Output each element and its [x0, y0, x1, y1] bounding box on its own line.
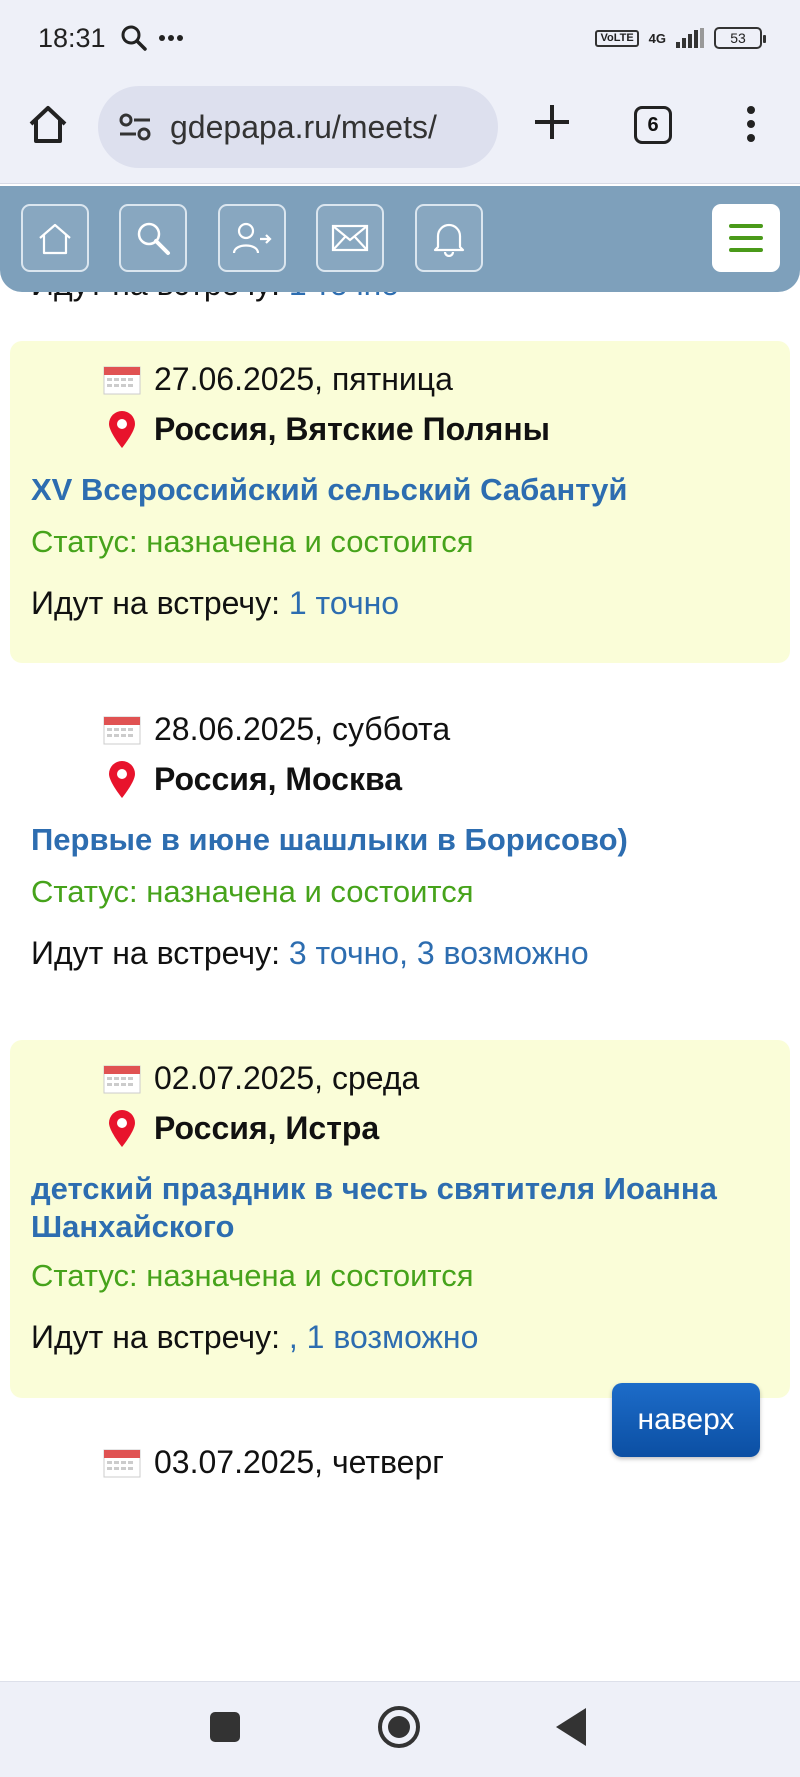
meet-going-row: Идут на встречу: 1 точно [31, 585, 399, 622]
meet-date-row: 28.06.2025, суббота [102, 711, 450, 748]
system-navigation-bar [0, 1681, 800, 1777]
browser-home-icon[interactable] [26, 102, 70, 146]
calendar-icon [103, 716, 141, 744]
going-label: Идут на встречу: [31, 585, 280, 621]
tab-count: 6 [647, 113, 659, 136]
back-icon[interactable] [556, 1708, 586, 1746]
meet-card: 27.06.2025, пятница Россия, Вятские Поля… [10, 341, 790, 663]
meet-date-row: 02.07.2025, среда [102, 1060, 419, 1097]
meet-place: Россия, Москва [154, 761, 403, 797]
battery-icon: 53 [714, 27, 766, 49]
meet-card: 02.07.2025, среда Россия, Истра детский … [10, 1040, 790, 1398]
location-pin-icon [109, 1109, 135, 1147]
site-settings-icon[interactable] [118, 112, 152, 142]
meet-title-link[interactable]: детский праздник в честь святителя Иоанн… [31, 1170, 751, 1246]
login-icon [232, 222, 272, 254]
meet-card: 28.06.2025, суббота Россия, Москва Первы… [10, 691, 790, 1013]
meet-title-link[interactable]: Первые в июне шашлыки в Борисово) [31, 821, 751, 859]
new-tab-icon[interactable] [532, 102, 572, 142]
meet-status: Статус: назначена и состоится [31, 524, 474, 559]
home-icon [39, 223, 71, 255]
meet-going-row: Идут на встречу: 3 точно, 3 возможно [31, 935, 589, 972]
url-text: gdepapa.ru/meets/ [170, 108, 437, 145]
meet-title-link[interactable]: XV Всероссийский сельский Сабантуй [31, 471, 751, 509]
tab-switcher-button[interactable]: 6 [634, 106, 672, 144]
home-button[interactable] [21, 204, 89, 272]
search-button[interactable] [119, 204, 187, 272]
clock: 18:31 [38, 22, 106, 53]
meet-date: 03.07.2025, четверг [154, 1444, 444, 1480]
back-to-top-button[interactable]: наверх [612, 1383, 760, 1457]
bell-icon [433, 223, 465, 257]
browser-menu-icon[interactable] [738, 104, 764, 144]
more-notifications-icon [158, 35, 183, 41]
meet-status: Статус: назначена и состоится [31, 1258, 474, 1293]
search-icon [137, 222, 170, 255]
search-icon [121, 25, 147, 51]
battery-level: 53 [730, 30, 746, 46]
recent-apps-icon[interactable] [210, 1712, 240, 1742]
network-type: 4G [648, 30, 666, 46]
meet-place: Россия, Истра [154, 1110, 380, 1146]
signal-icon [676, 28, 704, 48]
notifications-button[interactable] [415, 204, 483, 272]
meet-place-row: Россия, Истра [102, 1109, 380, 1147]
login-button[interactable] [218, 204, 286, 272]
location-pin-icon [109, 410, 135, 448]
address-bar[interactable]: gdepapa.ru/meets/ [98, 86, 498, 168]
calendar-icon [103, 1065, 141, 1093]
going-label: Идут на встречу: [31, 935, 280, 971]
mail-button[interactable] [316, 204, 384, 272]
meet-going-row: Идут на встречу: , 1 возможно [31, 1319, 478, 1356]
browser-toolbar: gdepapa.ru/meets/ 6 [0, 76, 800, 184]
meet-place-row: Россия, Вятские Поляны [102, 410, 550, 448]
meet-place-row: Россия, Москва [102, 760, 403, 798]
going-count-link[interactable]: 3 точно, 3 возможно [289, 935, 589, 971]
status-bar: 18:31 VoLTE 4G 53 [0, 0, 800, 76]
volte-icon: VoLTE [595, 29, 639, 47]
meet-date: 28.06.2025, суббота [154, 711, 451, 747]
going-count-link[interactable]: 1 точно [289, 585, 399, 621]
calendar-icon [103, 366, 141, 394]
hamburger-menu-button[interactable] [712, 204, 780, 272]
meet-date: 02.07.2025, среда [154, 1060, 420, 1096]
mail-icon [331, 224, 369, 252]
location-pin-icon [109, 760, 135, 798]
meet-date: 27.06.2025, пятница [154, 361, 453, 397]
meet-date-row: 27.06.2025, пятница [102, 361, 453, 398]
calendar-icon [103, 1449, 141, 1477]
meet-place: Россия, Вятские Поляны [154, 411, 550, 447]
site-header [0, 186, 800, 292]
home-nav-icon[interactable] [378, 1706, 420, 1748]
going-label: Идут на встречу: [31, 1319, 280, 1355]
meet-date-row: 03.07.2025, четверг [102, 1444, 444, 1481]
going-count-link[interactable]: , 1 возможно [289, 1319, 479, 1355]
meet-status: Статус: назначена и состоится [31, 874, 474, 909]
